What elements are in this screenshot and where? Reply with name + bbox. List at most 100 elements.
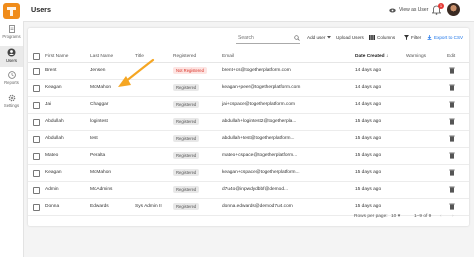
first-name-cell: Abdullah <box>45 119 64 124</box>
table-row[interactable]: Brent Jensen Not Registered brent+cs@tog… <box>28 63 469 80</box>
trash-icon[interactable] <box>449 186 455 193</box>
row-checkbox[interactable] <box>33 153 40 160</box>
page-title: Users <box>31 5 51 14</box>
eye-icon <box>389 8 396 12</box>
next-page-icon[interactable]: › <box>452 214 454 219</box>
view-as-user-label: View as User <box>399 7 429 13</box>
search-input[interactable] <box>236 35 294 41</box>
last-name-cell: Edwards <box>90 204 109 209</box>
first-name-cell: Abdullah <box>45 136 64 141</box>
app-logo[interactable] <box>3 3 20 19</box>
filter-label: Filter <box>411 35 422 40</box>
date-created-cell: 14 days ago <box>355 102 382 107</box>
table-row[interactable]: Abdullah logintest Registered abdullah+l… <box>28 114 469 131</box>
column-header-title[interactable]: Title <box>135 54 144 59</box>
trash-icon[interactable] <box>449 67 455 74</box>
table-row[interactable]: Mateo Peralta Registered mateo+cspace@to… <box>28 148 469 165</box>
table-row[interactable]: Keagan McMahon Registered keagan+peer@to… <box>28 80 469 97</box>
table-row[interactable]: Jai Chaggar Registered jai+cspace@togeth… <box>28 97 469 114</box>
first-name-cell: Admin <box>45 187 59 192</box>
row-checkbox[interactable] <box>33 85 40 92</box>
add-user-label: Add user <box>307 35 326 40</box>
email-cell: abdullah+logintest2@togetherpla... <box>222 119 297 124</box>
date-created-cell: 14 days ago <box>355 85 382 90</box>
search-icon[interactable] <box>294 35 300 41</box>
status-badge: Registered <box>173 118 200 125</box>
sidebar-item-reports[interactable]: Reports <box>0 71 23 88</box>
clock-icon <box>7 71 16 79</box>
logo-mark-icon <box>7 7 16 16</box>
export-csv-button[interactable]: Export to CSV <box>427 35 463 40</box>
sidebar-item-users[interactable]: Users <box>0 46 23 67</box>
document-icon <box>8 25 15 33</box>
export-csv-label: Export to CSV <box>434 35 464 40</box>
last-name-cell: McMahon <box>90 170 112 175</box>
first-name-cell: Brent <box>45 68 57 73</box>
sidebar: Programs Users Reports Settings <box>0 0 24 257</box>
column-header-registered[interactable]: Registered <box>173 54 196 59</box>
email-cell: d7u4o@inpwdydbbf@demod... <box>222 187 289 192</box>
date-created-cell: 15 days ago <box>355 136 382 141</box>
date-created-cell: 14 days ago <box>355 68 382 73</box>
table-header-row: First Name Last Name Title Registered Em… <box>28 50 469 63</box>
date-created-cell: 15 days ago <box>355 170 382 175</box>
add-user-button[interactable]: Add user <box>307 35 332 40</box>
search-box <box>236 33 300 44</box>
avatar[interactable] <box>447 3 460 16</box>
last-name-cell: McMahon <box>90 85 112 90</box>
upload-users-button[interactable]: Upload Users <box>336 35 364 40</box>
trash-icon[interactable] <box>449 135 455 142</box>
columns-label: Columns <box>377 35 396 40</box>
chevron-down-icon <box>327 36 332 39</box>
first-name-cell: Keagan <box>45 170 62 175</box>
row-checkbox[interactable] <box>33 170 40 177</box>
select-all-checkbox[interactable] <box>33 53 40 60</box>
top-bar: Users View as User 1 <box>23 0 474 22</box>
table-toolbar: Add user Upload Users Columns Filter Exp… <box>28 28 469 48</box>
column-header-last-name[interactable]: Last Name <box>90 54 113 59</box>
sort-descending-icon: ↓ <box>385 54 389 59</box>
trash-icon[interactable] <box>449 152 455 159</box>
filter-button[interactable]: Filter <box>404 35 421 40</box>
column-header-date-created[interactable]: Date Created ↓ <box>355 54 388 59</box>
table-row[interactable]: Keagan McMahon Registered keagan+cspace@… <box>28 165 469 182</box>
upload-users-label: Upload Users <box>336 35 364 40</box>
last-name-cell: Peralta <box>90 153 106 158</box>
download-icon <box>427 35 432 40</box>
trash-icon[interactable] <box>449 169 455 176</box>
chevron-down-icon: ▾ <box>397 214 401 219</box>
sidebar-item-label: Users <box>6 58 17 63</box>
sidebar-item-programs[interactable]: Programs <box>0 25 23 42</box>
row-checkbox[interactable] <box>33 119 40 126</box>
table-row[interactable]: Abdullah test Registered abdullah+test@t… <box>28 131 469 148</box>
row-checkbox[interactable] <box>33 187 40 194</box>
column-header-edit: Edit <box>447 54 456 59</box>
status-badge: Registered <box>173 186 200 193</box>
column-header-email[interactable]: Email <box>222 54 234 59</box>
table-row[interactable]: Admin McAdmins Registered d7u4o@inpwdydb… <box>28 182 469 199</box>
view-as-user-button[interactable]: View as User <box>389 7 428 13</box>
email-cell: keagan+cspace@togetherplatform... <box>222 170 300 175</box>
columns-button[interactable]: Columns <box>369 35 395 40</box>
sidebar-item-settings[interactable]: Settings <box>0 94 23 111</box>
previous-page-icon[interactable]: ‹ <box>440 214 442 219</box>
last-name-cell: Chaggar <box>90 102 109 107</box>
first-name-cell: Donna <box>45 204 60 209</box>
row-checkbox[interactable] <box>33 68 40 75</box>
title-cell: Sys Admin II <box>135 204 162 209</box>
first-name-cell: Jai <box>45 102 52 107</box>
column-header-first-name[interactable]: First Name <box>45 54 68 59</box>
date-created-label: Date Created <box>355 54 385 59</box>
status-badge: Registered <box>173 84 200 91</box>
trash-icon[interactable] <box>449 203 455 210</box>
trash-icon[interactable] <box>449 84 455 91</box>
rows-per-page-label: Rows per page: <box>354 214 388 219</box>
row-checkbox[interactable] <box>33 136 40 143</box>
trash-icon[interactable] <box>449 101 455 108</box>
table-pagination: Rows per page: 10 ▾ 1–9 of 9 ‹ › <box>28 210 469 224</box>
trash-icon[interactable] <box>449 118 455 125</box>
rows-per-page-select[interactable]: 10 ▾ <box>391 214 400 219</box>
row-checkbox[interactable] <box>33 102 40 109</box>
gear-icon <box>8 94 15 102</box>
email-cell: mateo+cspace@togetherplatform... <box>222 153 298 158</box>
